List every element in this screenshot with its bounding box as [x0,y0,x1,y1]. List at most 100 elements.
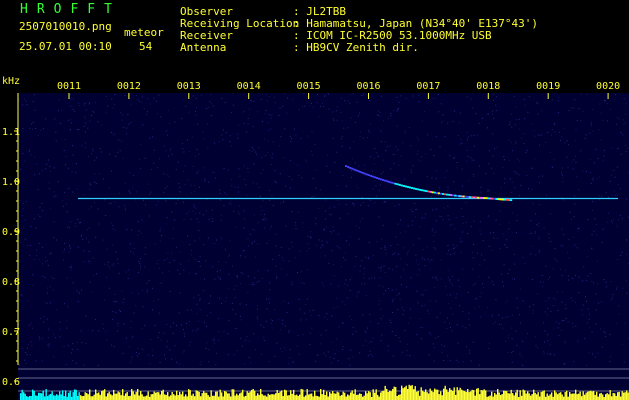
noise-speck [592,177,594,179]
noise-speck [208,303,210,305]
noise-speck [418,238,420,240]
meter-bar [258,394,260,400]
meter-bar [162,389,164,400]
noise-speck [596,260,598,262]
meter-bar [503,390,505,400]
noise-speck [83,250,85,252]
noise-speck [429,332,431,334]
noise-speck [25,363,27,365]
noise-speck [126,337,127,339]
noise-speck [205,210,207,212]
meter-bar [459,387,461,400]
noise-speck [57,181,59,183]
noise-speck [465,221,467,223]
meter-bar [359,393,361,400]
noise-speck [603,149,605,151]
noise-speck [117,262,119,264]
meter-bar [183,396,185,400]
noise-speck [304,304,306,305]
noise-speck [363,93,364,95]
noise-speck [26,354,28,355]
noise-speck [348,358,350,360]
meter-bar [270,394,272,400]
noise-speck [89,120,91,122]
noise-speck [253,240,255,242]
noise-speck [48,159,49,161]
noise-speck [337,233,339,235]
noise-speck [346,240,347,242]
noise-speck [311,131,313,133]
noise-speck [72,282,74,284]
noise-speck [467,155,469,157]
noise-speck [264,227,266,229]
noise-speck [598,302,600,304]
noise-speck [314,144,316,145]
noise-speck [75,171,77,173]
noise-speck [386,145,388,147]
noise-speck [507,351,509,353]
meter-bar [87,394,89,400]
noise-speck [369,100,371,102]
noise-speck [210,311,211,313]
meter-bar [363,395,365,400]
noise-speck [203,321,205,323]
noise-speck [618,313,620,315]
noise-speck [447,269,449,271]
noise-speck [234,186,236,188]
noise-speck [286,312,288,313]
noise-speck [422,294,424,296]
noise-speck [399,340,401,342]
noise-speck [580,119,582,121]
noise-speck [198,294,200,296]
noise-speck [518,174,520,176]
noise-speck [598,129,600,131]
noise-speck [488,163,490,165]
noise-speck [130,103,132,105]
trail-segment [404,185,407,188]
noise-speck [190,218,192,220]
meter-bar [336,391,338,400]
noise-speck [55,131,57,133]
noise-speck [197,123,199,125]
noise-speck [114,133,116,135]
noise-speck [39,216,41,218]
noise-speck [102,178,104,180]
noise-speck [121,119,123,121]
trail-segment [437,192,440,195]
noise-speck [245,184,247,186]
noise-speck [334,161,336,163]
noise-speck [424,111,425,113]
noise-speck [266,320,268,322]
noise-speck [239,316,241,317]
noise-speck [562,181,564,183]
noise-speck [118,272,120,274]
noise-speck [330,213,332,215]
noise-speck [409,317,411,319]
noise-speck [88,102,90,104]
noise-speck [534,135,536,137]
noise-speck [188,111,190,113]
noise-speck [169,349,171,351]
noise-speck [219,270,221,272]
meter-bar [69,390,71,400]
noise-speck [488,348,490,349]
meter-bar [351,390,353,400]
noise-speck [621,218,623,220]
noise-speck [480,191,482,193]
noise-speck [171,252,173,254]
noise-speck [174,121,176,123]
noise-speck [557,291,558,293]
noise-speck [167,155,169,157]
noise-speck [383,201,385,203]
noise-speck [435,277,437,279]
noise-speck [235,328,237,329]
noise-speck [302,222,303,224]
noise-speck [420,160,422,162]
noise-speck [131,292,133,294]
noise-speck [380,270,382,272]
noise-speck [238,124,239,126]
trail-segment [363,172,366,175]
noise-speck [283,157,285,159]
noise-speck [340,138,342,140]
noise-speck [536,347,538,349]
